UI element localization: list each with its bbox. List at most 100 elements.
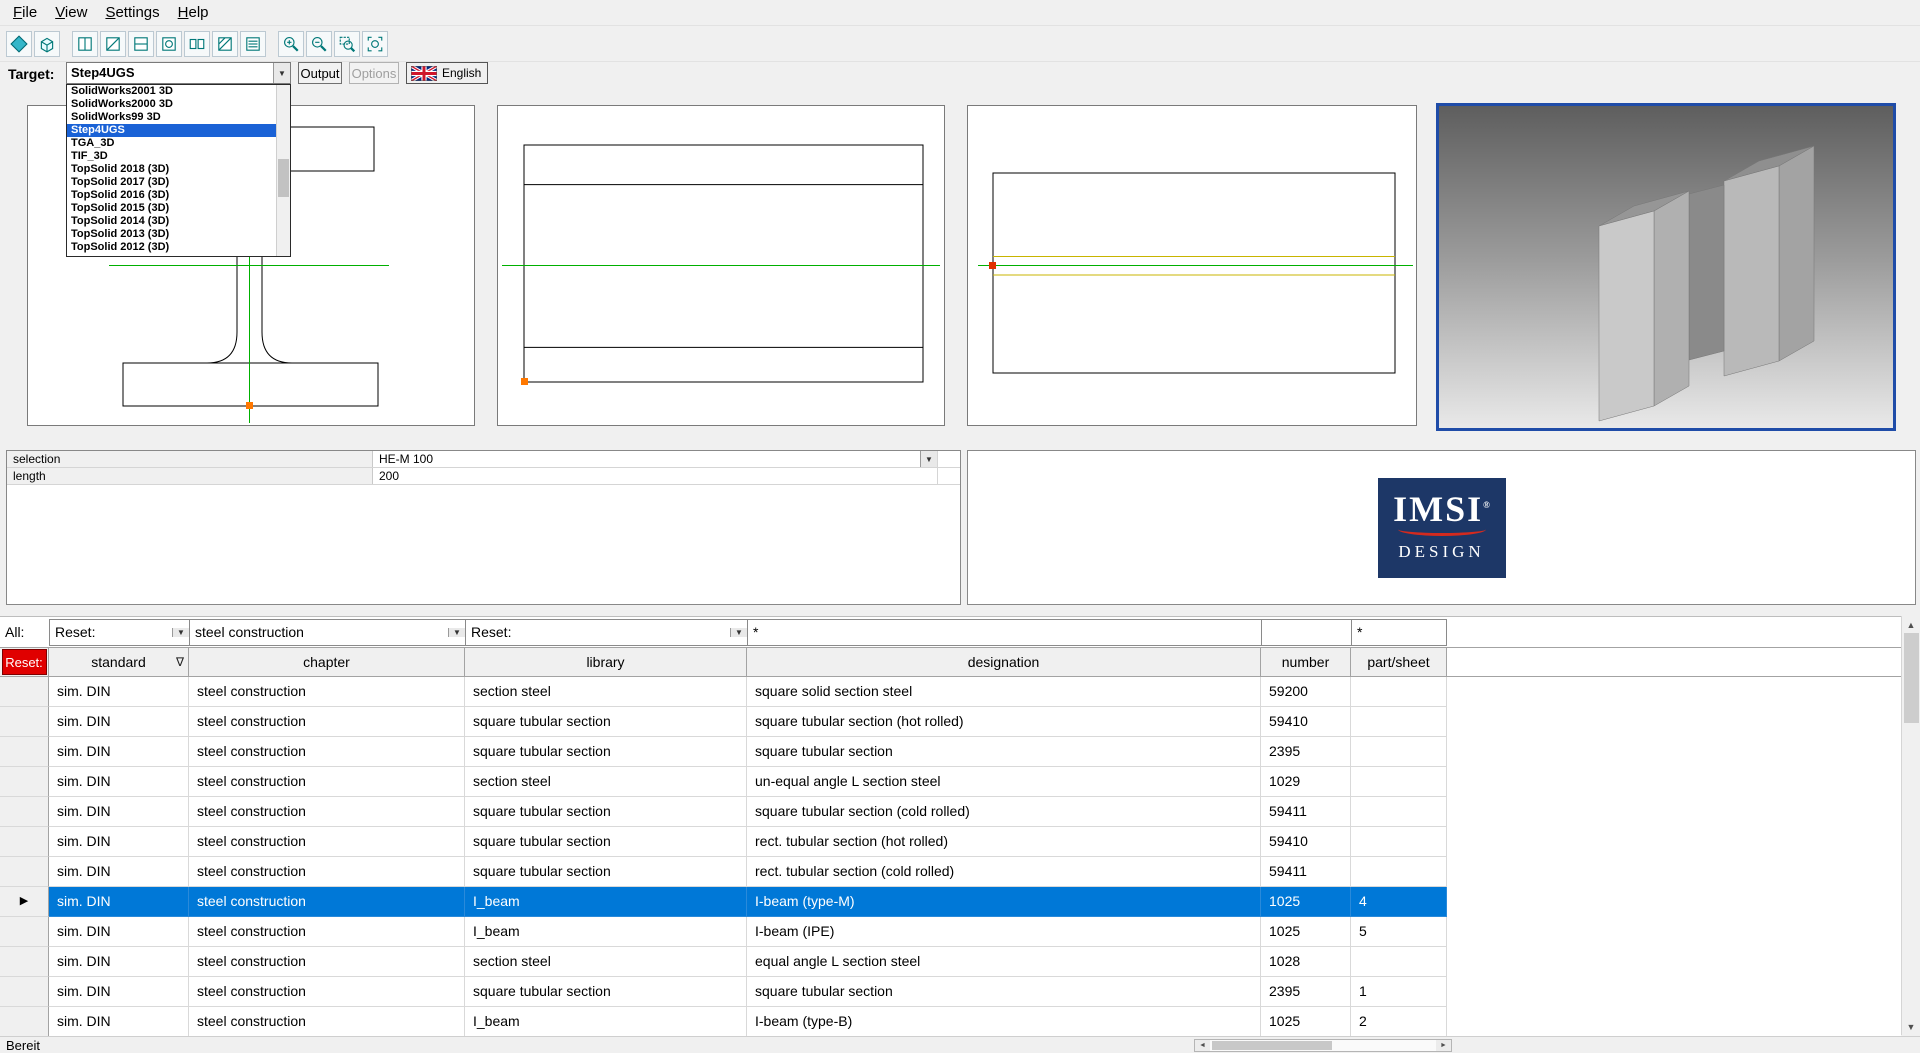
top-view-panel[interactable] [967,105,1417,426]
target-format-option[interactable]: TopSolid 2013 (3D) [67,228,276,241]
language-selector[interactable]: English [406,62,488,84]
row-selector[interactable] [0,677,49,707]
cell-designation[interactable]: square tubular section (hot rolled) [747,707,1261,737]
scroll-left-icon[interactable]: ◄ [1195,1040,1210,1051]
target-format-option[interactable]: TGA_3D [67,137,276,150]
cell-chapter[interactable]: steel construction [189,1007,465,1036]
top-view-icon[interactable] [128,31,154,57]
cell-number[interactable]: 2395 [1261,977,1351,1007]
cell-number[interactable]: 59411 [1261,857,1351,887]
scroll-down-icon[interactable]: ▼ [1902,1018,1920,1035]
standard-filter-combo[interactable]: Reset: ▼ [49,619,190,646]
cell-part-sheet[interactable]: 5 [1351,917,1447,947]
scroll-right-icon[interactable]: ► [1436,1040,1451,1051]
cell-standard[interactable]: sim. DIN [49,1007,189,1036]
table-vertical-scrollbar[interactable]: ▲ ▼ [1901,616,1920,1035]
table-horizontal-scrollbar[interactable]: ◄ ► [1194,1039,1452,1052]
table-row[interactable]: sim. DINsteel constructionI_beamI-beam (… [0,1007,1901,1036]
table-row[interactable]: sim. DINsteel constructionsquare tubular… [0,737,1901,767]
cell-library[interactable]: square tubular section [465,827,747,857]
scrollbar-thumb[interactable] [1904,633,1919,723]
zoom-fit-icon[interactable] [362,31,388,57]
mirror-view-icon[interactable] [184,31,210,57]
target-format-option[interactable]: TIF_3D [67,150,276,163]
row-selector[interactable] [0,827,49,857]
menu-file[interactable]: File [4,1,46,24]
cell-number[interactable]: 59411 [1261,797,1351,827]
scrollbar-thumb[interactable] [1212,1041,1332,1050]
table-row[interactable]: sim. DINsteel constructionsection steels… [0,677,1901,707]
output-button[interactable]: Output [298,62,342,84]
cell-chapter[interactable]: steel construction [189,827,465,857]
cell-number[interactable]: 59410 [1261,707,1351,737]
chevron-down-icon[interactable]: ▼ [448,628,465,637]
cell-designation[interactable]: equal angle L section steel [747,947,1261,977]
cell-chapter[interactable]: steel construction [189,857,465,887]
view-3d-icon[interactable] [34,31,60,57]
reset-button[interactable]: Reset: [2,649,47,675]
insert-part-icon[interactable] [6,31,32,57]
cell-number[interactable]: 1025 [1261,917,1351,947]
table-row[interactable]: sim. DINsteel constructionsquare tubular… [0,707,1901,737]
table-row[interactable]: ▶sim. DINsteel constructionI_beamI-beam … [0,887,1901,917]
cell-number[interactable]: 2395 [1261,737,1351,767]
row-selector[interactable] [0,947,49,977]
cell-library[interactable]: I_beam [465,887,747,917]
cell-designation[interactable]: square tubular section [747,737,1261,767]
cell-library[interactable]: square tubular section [465,707,747,737]
scrollbar-track[interactable] [1210,1040,1436,1051]
row-selector[interactable] [0,707,49,737]
cell-number[interactable]: 59410 [1261,827,1351,857]
cell-standard[interactable]: sim. DIN [49,857,189,887]
side-view-panel[interactable] [497,105,945,426]
zoom-window-icon[interactable] [334,31,360,57]
cell-standard[interactable]: sim. DIN [49,887,189,917]
column-header-part-sheet[interactable]: part/sheet [1351,648,1447,676]
cell-chapter[interactable]: steel construction [189,797,465,827]
column-header-library[interactable]: library [465,648,747,676]
table-row[interactable]: sim. DINsteel constructionsquare tubular… [0,827,1901,857]
cell-library[interactable]: section steel [465,767,747,797]
chevron-down-icon[interactable]: ▼ [172,628,189,637]
table-row[interactable]: sim. DINsteel constructionI_beamI-beam (… [0,917,1901,947]
cell-designation[interactable]: square tubular section [747,977,1261,1007]
designation-filter-input[interactable]: * [747,619,1262,646]
cell-library[interactable]: square tubular section [465,737,747,767]
cell-library[interactable]: I_beam [465,1007,747,1036]
filter-funnel-icon[interactable]: ∇ [176,655,184,669]
selection-combobox[interactable]: HE-M 100 ▼ [373,451,938,467]
scrollbar-track[interactable] [1902,633,1920,1018]
cell-designation[interactable]: I-beam (type-M) [747,887,1261,917]
target-format-option[interactable]: SolidWorks2000 3D [67,98,276,111]
column-header-number[interactable]: number [1261,648,1351,676]
column-header-chapter[interactable]: chapter [189,648,465,676]
cell-number[interactable]: 59200 [1261,677,1351,707]
cell-chapter[interactable]: steel construction [189,707,465,737]
cell-chapter[interactable]: steel construction [189,767,465,797]
cell-part-sheet[interactable] [1351,947,1447,977]
chevron-down-icon[interactable]: ▼ [273,63,290,83]
dropdown-scrollbar[interactable] [276,85,290,256]
cell-standard[interactable]: sim. DIN [49,977,189,1007]
cell-library[interactable]: section steel [465,677,747,707]
cell-library[interactable]: square tubular section [465,977,747,1007]
cell-part-sheet[interactable] [1351,707,1447,737]
cell-chapter[interactable]: steel construction [189,947,465,977]
cell-standard[interactable]: sim. DIN [49,737,189,767]
table-row[interactable]: sim. DINsteel constructionsquare tubular… [0,857,1901,887]
cell-standard[interactable]: sim. DIN [49,827,189,857]
column-header-designation[interactable]: designation [747,648,1261,676]
row-selector[interactable] [0,767,49,797]
row-selector[interactable] [0,857,49,887]
row-selector[interactable] [0,917,49,947]
cell-chapter[interactable]: steel construction [189,677,465,707]
scroll-up-icon[interactable]: ▲ [1902,616,1920,633]
cell-chapter[interactable]: steel construction [189,917,465,947]
menu-help[interactable]: Help [169,1,218,24]
cell-number[interactable]: 1025 [1261,1007,1351,1036]
list-view-icon[interactable] [240,31,266,57]
cell-part-sheet[interactable] [1351,797,1447,827]
menu-settings[interactable]: Settings [96,1,168,24]
section-view-icon[interactable] [100,31,126,57]
chapter-filter-combo[interactable]: steel construction ▼ [189,619,466,646]
